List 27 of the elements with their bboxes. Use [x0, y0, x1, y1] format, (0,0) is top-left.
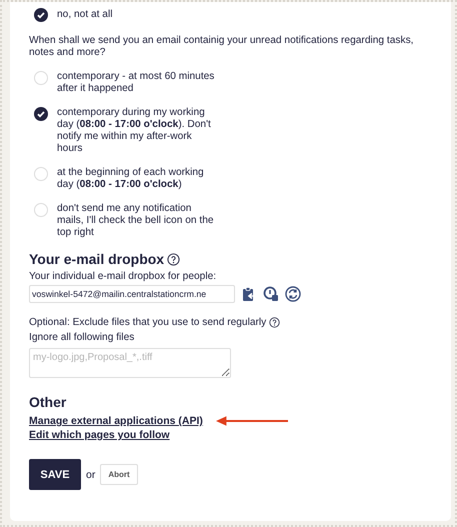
option-label: at the beginning of each working day (08:00 - 17:00 o'clock): [57, 167, 205, 191]
field-label: Ignore all following files: [29, 332, 136, 343]
field-label: Your individual e-mail dropbox for people:: [29, 271, 218, 282]
section-heading: Your e-mail dropbox: [29, 251, 164, 267]
radio-button[interactable]: [34, 167, 48, 181]
refresh-icon[interactable]: [285, 286, 301, 302]
save-button[interactable]: SAVE: [29, 459, 81, 490]
help-icon[interactable]: [167, 252, 180, 266]
option-label: contemporary - at most 60 minutes after it happened: [57, 71, 216, 95]
settings-link[interactable]: Edit which pages you follow: [29, 429, 170, 441]
option-label: don't send me any notification mails, I'll check the bell icon on the top right: [57, 203, 215, 239]
field-label: Optional: Exclude files that you use to send regularly: [29, 317, 266, 328]
separator-text: or: [86, 468, 96, 480]
section-heading: Other: [29, 394, 68, 410]
radio-button[interactable]: [34, 71, 48, 85]
annotation-arrow: [216, 415, 288, 427]
email-field[interactable]: voswinkel-5472@mailin.centralstationcrm.ne: [29, 285, 235, 303]
option-label: contemporary during my working day (08:00 - 17:00 o'clock). Don't notify me within my after-work hours: [57, 107, 212, 155]
help-icon[interactable]: [269, 317, 280, 328]
ignore-files-field[interactable]: my-logo.jpg,Proposal_*,.tiff: [29, 348, 231, 378]
option-label: no, not at all: [57, 9, 113, 21]
abort-button[interactable]: Abort: [100, 464, 138, 485]
radio-button[interactable]: [34, 8, 48, 22]
question-text: When shall we send you an email containig your unread notifications regarding tasks, notes and more?: [29, 35, 415, 59]
radio-button[interactable]: [34, 107, 48, 121]
settings-link[interactable]: Manage external applications (API): [29, 415, 203, 427]
radio-button[interactable]: [34, 203, 48, 217]
